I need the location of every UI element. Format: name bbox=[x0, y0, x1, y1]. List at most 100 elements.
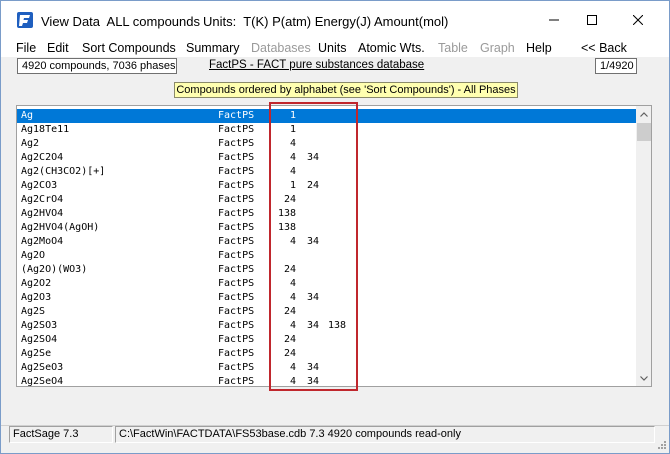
phase-code: 4 bbox=[289, 152, 296, 163]
title-bar: View Data ALL compounds Units: T(K) P(at… bbox=[1, 1, 669, 39]
compound-row[interactable]: Ag2SO3 FactPS 4 34 138 bbox=[17, 319, 636, 333]
compound-row[interactable]: Ag2CO3 FactPS 1 24 bbox=[17, 179, 636, 193]
compound-name: Ag bbox=[21, 110, 34, 121]
compound-name: Ag2SO3 bbox=[21, 320, 58, 331]
phase-code: 34 bbox=[307, 152, 320, 163]
compound-row[interactable]: Ag2MoO4 FactPS 4 34 bbox=[17, 235, 636, 249]
menu-summary[interactable]: Summary bbox=[186, 41, 239, 55]
compound-database: FactPS bbox=[218, 236, 255, 247]
menu-units[interactable]: Units bbox=[318, 41, 346, 55]
compound-row[interactable]: Ag2SeO4 FactPS 4 34 bbox=[17, 375, 636, 387]
compound-row[interactable]: Ag2S FactPS 24 bbox=[17, 305, 636, 319]
scroll-thumb[interactable] bbox=[637, 123, 651, 141]
compound-row[interactable]: (Ag2O)(WO3) FactPS 24 bbox=[17, 263, 636, 277]
phase-code: 24 bbox=[307, 180, 320, 191]
compound-name: Ag2(CH3CO2)[+] bbox=[21, 166, 106, 177]
maximize-button[interactable] bbox=[569, 1, 615, 39]
phase-code: 34 bbox=[307, 376, 320, 387]
maximize-icon bbox=[587, 15, 597, 25]
compound-database: FactPS bbox=[218, 222, 255, 233]
compound-name: (Ag2O)(WO3) bbox=[21, 264, 88, 275]
compound-database: FactPS bbox=[218, 110, 255, 121]
compound-name: Ag2SO4 bbox=[21, 334, 58, 345]
compound-row[interactable]: Ag2HVO4 FactPS 138 bbox=[17, 207, 636, 221]
compound-database: FactPS bbox=[218, 334, 255, 345]
minimize-icon bbox=[549, 19, 559, 21]
close-button[interactable] bbox=[615, 1, 661, 39]
compound-database: FactPS bbox=[218, 208, 255, 219]
compound-name: Ag2SeO4 bbox=[21, 376, 64, 387]
compound-name: Ag2HVO4 bbox=[21, 208, 64, 219]
chevron-down-icon bbox=[640, 375, 648, 381]
compound-row[interactable]: Ag2CrO4 FactPS 24 bbox=[17, 193, 636, 207]
compound-name: Ag2MoO4 bbox=[21, 236, 64, 247]
phase-code: 34 bbox=[307, 320, 320, 331]
compound-name: Ag2SeO3 bbox=[21, 362, 64, 373]
status-version: FactSage 7.3 bbox=[9, 426, 113, 443]
compound-database: FactPS bbox=[218, 278, 255, 289]
compound-database: FactPS bbox=[218, 124, 255, 135]
compound-row[interactable]: Ag2O2 FactPS 4 bbox=[17, 277, 636, 291]
chevron-up-icon bbox=[640, 111, 648, 117]
menu-edit[interactable]: Edit bbox=[47, 41, 69, 55]
compound-row[interactable]: Ag2O FactPS bbox=[17, 249, 636, 263]
phase-code: 138 bbox=[328, 320, 347, 331]
compound-list[interactable]: Ag FactPS 1 Ag18Te11 FactPS 1 Ag2 FactPS 4 Ag2C2O… bbox=[16, 105, 652, 387]
compound-row[interactable]: Ag2SeO3 FactPS 4 34 bbox=[17, 361, 636, 375]
compound-count-box: 4920 compounds, 7036 phases bbox=[17, 58, 177, 74]
compound-name: Ag2S bbox=[21, 306, 46, 317]
compound-name: Ag2CrO4 bbox=[21, 194, 64, 205]
compound-row[interactable]: Ag2C2O4 FactPS 4 34 bbox=[17, 151, 636, 165]
phase-code: 34 bbox=[307, 236, 320, 247]
vertical-scrollbar[interactable] bbox=[636, 106, 651, 386]
phase-code: 4 bbox=[289, 236, 296, 247]
phase-code: 24 bbox=[283, 334, 296, 345]
phase-code: 1 bbox=[289, 180, 296, 191]
sort-order-banner: Compounds ordered by alphabet (see 'Sort… bbox=[174, 82, 518, 98]
compound-row[interactable]: Ag FactPS 1 bbox=[17, 109, 636, 123]
compound-name: Ag2O bbox=[21, 250, 46, 261]
compound-database: FactPS bbox=[218, 152, 255, 163]
phase-code: 4 bbox=[289, 138, 296, 149]
record-position-box: 1/4920 bbox=[595, 58, 637, 74]
compound-row[interactable]: Ag2Se FactPS 24 bbox=[17, 347, 636, 361]
compound-row[interactable]: Ag2SO4 FactPS 24 bbox=[17, 333, 636, 347]
compound-database: FactPS bbox=[218, 194, 255, 205]
menu-table[interactable]: Table bbox=[438, 41, 468, 55]
phase-code: 24 bbox=[283, 306, 296, 317]
compound-name: Ag2C2O4 bbox=[21, 152, 64, 163]
menu-databases[interactable]: Databases bbox=[251, 41, 311, 55]
compound-row[interactable]: Ag18Te11 FactPS 1 bbox=[17, 123, 636, 137]
phase-code: 4 bbox=[289, 292, 296, 303]
menu-sort-compounds[interactable]: Sort Compounds bbox=[82, 41, 176, 55]
menu-bar: File Edit Sort Compounds Summary Databas… bbox=[1, 39, 669, 57]
menu-graph[interactable]: Graph bbox=[480, 41, 515, 55]
compound-name: Ag2O2 bbox=[21, 278, 52, 289]
compound-row[interactable]: Ag2(CH3CO2)[+] FactPS 4 bbox=[17, 165, 636, 179]
scroll-down-button[interactable] bbox=[636, 370, 651, 386]
compound-name: Ag2HVO4(AgOH) bbox=[21, 222, 100, 233]
units-label: Units: T(K) P(atm) Energy(J) Amount(mol) bbox=[203, 14, 449, 29]
menu-file[interactable]: File bbox=[16, 41, 36, 55]
compound-database: FactPS bbox=[218, 320, 255, 331]
close-icon bbox=[633, 15, 643, 25]
phase-code: 34 bbox=[307, 292, 320, 303]
database-title: FactPS - FACT pure substances database bbox=[209, 59, 425, 71]
menu-back[interactable]: << Back bbox=[581, 41, 627, 55]
compound-database: FactPS bbox=[218, 138, 255, 149]
menu-help[interactable]: Help bbox=[526, 41, 552, 55]
phase-code: 4 bbox=[289, 320, 296, 331]
phase-code: 24 bbox=[283, 194, 296, 205]
phase-code: 24 bbox=[283, 264, 296, 275]
compound-name: Ag2 bbox=[21, 138, 40, 149]
compound-row[interactable]: Ag2 FactPS 4 bbox=[17, 137, 636, 151]
resize-grip-icon[interactable] bbox=[655, 438, 667, 450]
compound-database: FactPS bbox=[218, 264, 255, 275]
phase-code: 1 bbox=[289, 110, 296, 121]
menu-atomic-weights[interactable]: Atomic Wts. bbox=[358, 41, 425, 55]
status-file: C:\FactWin\FACTDATA\FS53base.cdb 7.3 492… bbox=[115, 426, 655, 443]
compound-row[interactable]: Ag2O3 FactPS 4 34 bbox=[17, 291, 636, 305]
window-title: View Data ALL compounds bbox=[41, 14, 200, 29]
compound-row[interactable]: Ag2HVO4(AgOH) FactPS 138 bbox=[17, 221, 636, 235]
scroll-up-button[interactable] bbox=[636, 106, 651, 122]
